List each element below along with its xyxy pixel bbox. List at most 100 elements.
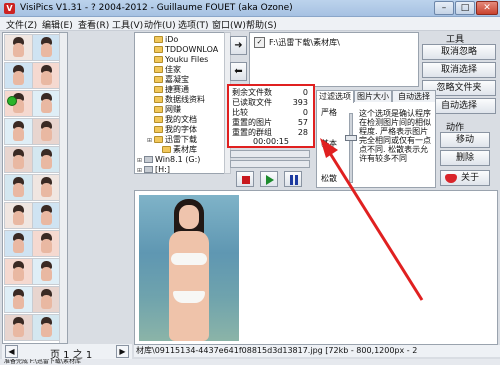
tab-filter-options[interactable]: 过滤选项 [316, 90, 354, 103]
thumbnail[interactable] [32, 174, 61, 201]
thumbnail[interactable] [4, 286, 33, 313]
folder-tree-item[interactable]: 我的字体 [147, 125, 197, 135]
next-page-button[interactable]: ▶ [116, 345, 129, 358]
selected-folders-list[interactable]: ✓ F:\迅雷下载\素材库\ [249, 32, 419, 87]
preview-photo[interactable] [139, 195, 239, 341]
thumbnail[interactable] [4, 174, 33, 201]
folder-tree-item[interactable]: ⊞ Win8.1 (G:) [137, 155, 200, 165]
play-button[interactable] [260, 171, 278, 187]
pager: ◀ 页 1 之 1 ▶ [2, 344, 132, 361]
thumbnail-strip[interactable] [2, 32, 68, 344]
folder-tree-label: Youku Files [165, 55, 209, 64]
menu-file[interactable]: 文件(Z) [6, 18, 37, 31]
folder-icon [154, 46, 163, 53]
folder-icon [154, 36, 163, 43]
about-logo-icon [445, 174, 457, 183]
expand-icon[interactable]: ⊞ [137, 166, 144, 173]
folder-tree-item[interactable]: 捷赛通 [147, 85, 189, 95]
unignore-button[interactable]: 取消忽略 [422, 44, 496, 60]
stat-row: 重置的图片 57 [232, 118, 308, 127]
thumbnail[interactable] [4, 62, 33, 89]
filter-options-panel: 过滤选项 图片大小 自动选择 严格 基本 松散 这个选项是确认程序在检测图片间的… [316, 90, 436, 188]
menu-tools[interactable]: 工具(V) [112, 18, 143, 31]
status-bar: 准备完成 F:\迅雷下载\素材库 [0, 359, 500, 365]
delete-button[interactable]: 删除 [440, 150, 490, 166]
folder-icon [154, 66, 163, 73]
move-button[interactable]: 移动 [440, 132, 490, 148]
folder-tree-label: [H:] [155, 165, 170, 174]
thumbnail[interactable] [32, 90, 61, 117]
thumbnail[interactable] [4, 230, 33, 257]
level-basic: 基本 [321, 139, 337, 148]
stop-button[interactable] [236, 171, 254, 187]
progress-bar-secondary [230, 160, 310, 168]
tab-image-size[interactable]: 图片大小 [354, 90, 392, 102]
thumbnail[interactable] [32, 34, 61, 61]
expand-icon[interactable]: ⊞ [147, 136, 154, 146]
thumbnail-scrollbar[interactable] [59, 33, 67, 343]
filter-description: 这个选项是确认程序在检测图片间的相似程度. 严格表示图片完全相同或仅有一点点不同… [359, 109, 431, 163]
selected-marker-icon [7, 96, 17, 106]
add-folder-arrow-icon[interactable]: ➜ [230, 36, 247, 55]
thumbnail[interactable] [4, 202, 33, 229]
tab-auto-select[interactable]: 自动选择 [392, 90, 436, 102]
folder-tree-item[interactable]: 佳家 [147, 65, 181, 75]
thumbnail[interactable] [32, 62, 61, 89]
folder-tree-label: 佳家 [165, 65, 181, 74]
thumbnail[interactable] [32, 286, 61, 313]
menu-view[interactable]: 查看(R) [78, 18, 109, 31]
thumbnail[interactable] [32, 202, 61, 229]
menu-window[interactable]: 窗口(W) [212, 18, 246, 31]
folder-tree-item[interactable]: 嘉凝宝 [147, 75, 189, 85]
folder-tree-item[interactable]: 网赚 [147, 105, 181, 115]
minimize-button[interactable]: – [434, 1, 454, 15]
window-title: VisiPics V1.31 - ? 2004-2012 - Guillaume… [20, 3, 293, 13]
app-icon: V [4, 3, 15, 14]
thumbnail[interactable] [32, 230, 61, 257]
thumbnail[interactable] [32, 146, 61, 173]
thumbnail[interactable] [4, 146, 33, 173]
menu-options[interactable]: 选项(T) [178, 18, 209, 31]
folder-tree[interactable]: iDo TDDOWNLOA Youku Files 佳家 嘉凝宝 捷赛通 数据线资料 网赚 我的… [134, 32, 226, 174]
folder-tree-item[interactable]: 数据线资料 [147, 95, 205, 105]
stat-row: 比较 0 [232, 108, 308, 117]
pause-icon [290, 175, 298, 185]
image-preview-area[interactable] [134, 190, 498, 345]
elapsed-time: 00:00:15 [253, 137, 289, 146]
about-button[interactable]: 关于 [440, 170, 490, 186]
prev-page-button[interactable]: ◀ [5, 345, 18, 358]
maximize-button[interactable]: □ [455, 1, 475, 15]
thumbnail[interactable] [4, 118, 33, 145]
filter-slider-thumb[interactable] [345, 135, 357, 141]
folder-tree-item[interactable]: TDDOWNLOA [147, 45, 218, 55]
progress-bar [230, 150, 310, 158]
stat-row: 剩余文件数 0 [232, 88, 308, 97]
folder-tree-item[interactable]: iDo [147, 35, 178, 45]
thumbnail[interactable] [32, 118, 61, 145]
thumbnail[interactable] [32, 314, 61, 341]
pause-button[interactable] [284, 171, 302, 187]
checkbox-icon[interactable]: ✓ [254, 37, 265, 48]
folder-icon [154, 86, 163, 93]
menu-action[interactable]: 动作(U) [144, 18, 176, 31]
thumbnail[interactable] [4, 258, 33, 285]
folder-tree-label: 数据线资料 [165, 95, 205, 104]
folder-tree-item[interactable]: 我的文档 [147, 115, 197, 125]
remove-folder-arrow-icon[interactable]: ⬅ [230, 62, 247, 81]
folder-tree-item[interactable]: ⊞ [H:] [137, 165, 170, 174]
drive-icon [144, 166, 153, 173]
thumbnail[interactable] [4, 34, 33, 61]
unselect-button[interactable]: 取消选择 [422, 62, 496, 78]
folder-tree-label: iDo [165, 35, 179, 44]
folder-icon [154, 136, 163, 143]
folder-tree-item[interactable]: ⊞ 迅雷下载 [147, 135, 197, 145]
menu-help[interactable]: 帮助(S) [246, 18, 277, 31]
folder-tree-item[interactable]: 素材库 [155, 145, 197, 155]
folder-tree-item[interactable]: Youku Files [147, 55, 208, 65]
thumbnail[interactable] [32, 258, 61, 285]
folder-icon [154, 106, 163, 113]
thumbnail[interactable] [4, 314, 33, 341]
folder-icon [154, 76, 163, 83]
menu-edit[interactable]: 编辑(E) [42, 18, 73, 31]
close-button[interactable]: ✕ [476, 1, 498, 15]
